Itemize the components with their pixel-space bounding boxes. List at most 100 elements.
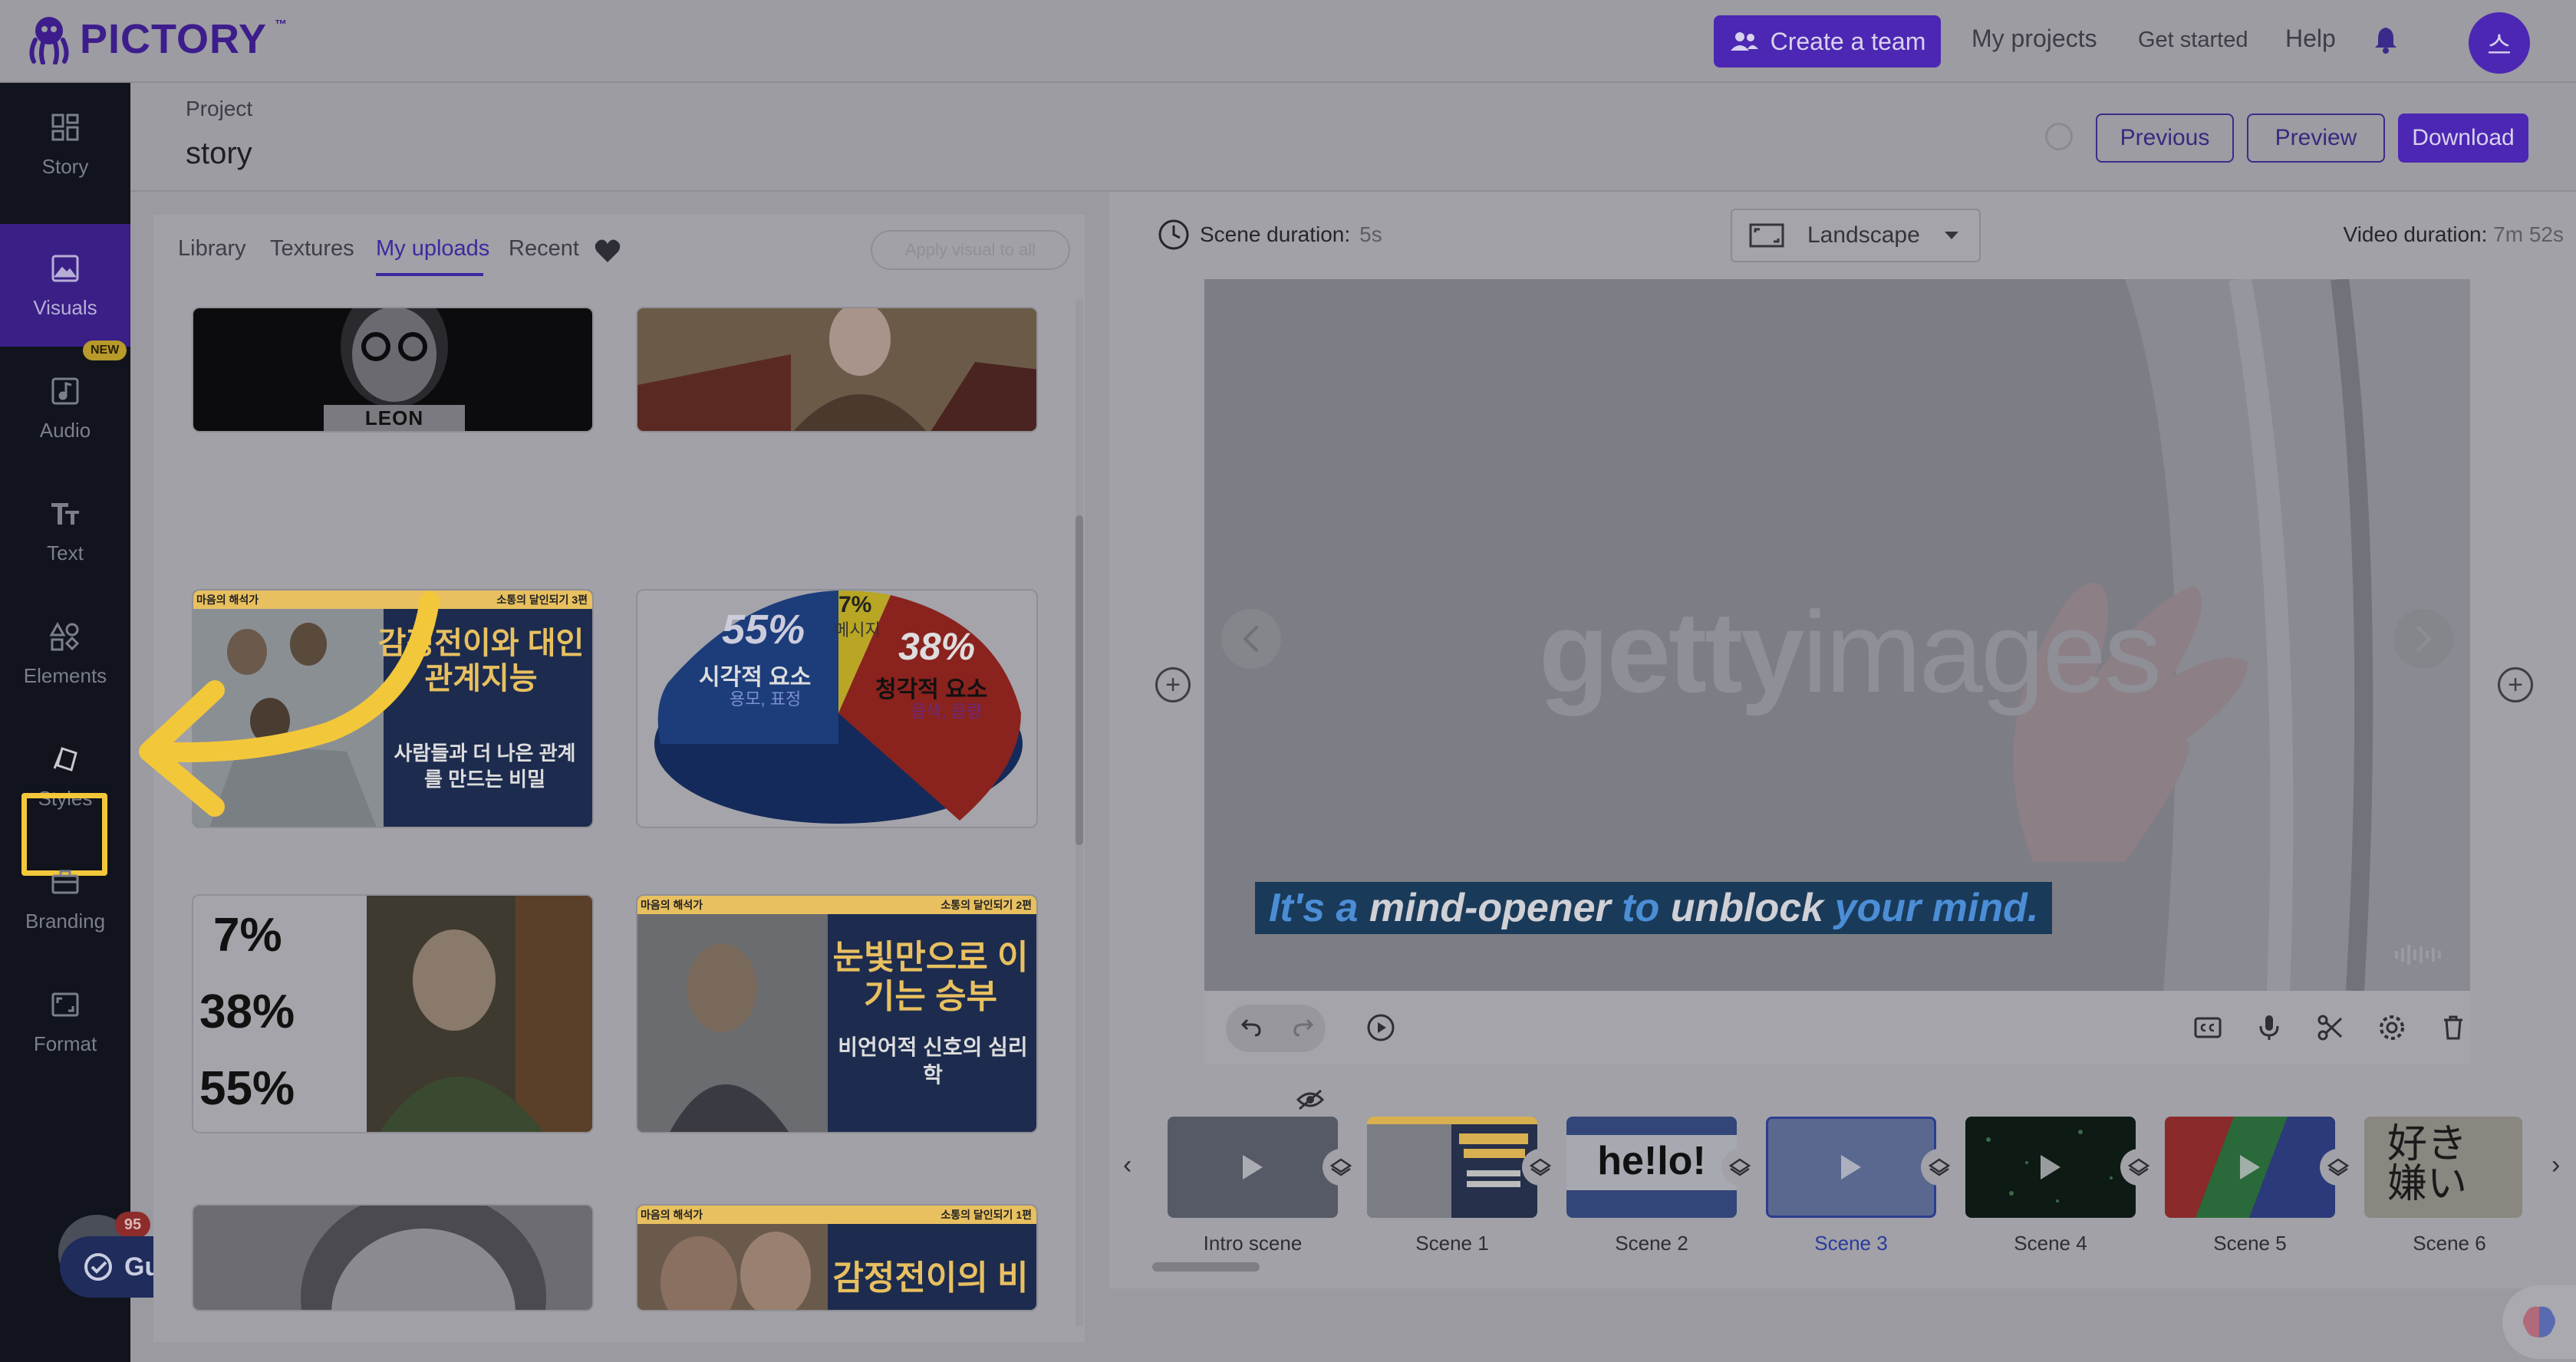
upload-thumb-korean-gaze[interactable]: 마음의 해석가 소통의 달인되기 2편 눈빛만으로 이기는 승부 비언어적 신호… (636, 894, 1038, 1133)
scene-timeline: ‹ › Intro scene Scene 1 he!lo! Scene 2 S… (1109, 1089, 2576, 1288)
styles-icon (53, 746, 77, 771)
microphone-icon[interactable] (2254, 1012, 2284, 1043)
image-icon (51, 255, 79, 281)
library-scrollbar-thumb[interactable] (1076, 515, 1083, 845)
tag-right: 소통의 달인되기 3편 (496, 594, 588, 606)
transition-layers-icon[interactable] (2120, 1149, 2157, 1186)
scene-thumb-intro[interactable] (1168, 1117, 1338, 1218)
korean2-title: 눈빛만으로 이기는 승부 (832, 939, 1029, 1015)
timeline-scrollbar[interactable] (1152, 1262, 1260, 1272)
scene-thumb-3[interactable] (1766, 1117, 1936, 1218)
project-header: Project story Previous Preview Download (130, 83, 2576, 192)
sidebar-item-format[interactable]: Format (0, 960, 130, 1083)
sidebar-item-elements[interactable]: Elements (0, 592, 130, 715)
sidebar-item-visuals[interactable]: Visuals (0, 224, 130, 347)
timeline-next-arrow[interactable]: › (2551, 1150, 2560, 1180)
team-icon (1730, 32, 1758, 51)
closed-captions-icon[interactable] (2192, 1012, 2223, 1043)
scene2-text: he!lo! (1597, 1139, 1706, 1183)
timeline-prev-arrow[interactable]: ‹ (1123, 1150, 1132, 1180)
undo-icon[interactable] (1237, 1012, 1267, 1043)
scene-caption[interactable]: It's a mind-opener to unblock your mind. (1255, 882, 2053, 934)
create-team-label: Create a team (1770, 27, 1926, 55)
transition-layers-icon[interactable] (1323, 1149, 1359, 1186)
transition-layers-icon[interactable] (1522, 1149, 1559, 1186)
scene-thumb-2[interactable]: he!lo! (1566, 1117, 1737, 1218)
scene-thumb-1[interactable] (1367, 1117, 1537, 1218)
scissors-icon[interactable] (2315, 1012, 2346, 1043)
octopus-logo-icon (29, 17, 69, 64)
tab-textures[interactable]: Textures (270, 236, 354, 262)
orientation-select[interactable]: Landscape (1731, 209, 1981, 262)
tag-right: 소통의 달인되기 1편 (940, 1209, 1032, 1221)
scene-label-intro[interactable]: Intro scene (1168, 1232, 1338, 1255)
brain-icon (2523, 1306, 2555, 1337)
tab-my-uploads[interactable]: My uploads (376, 236, 489, 262)
gear-icon[interactable] (2377, 1012, 2407, 1043)
download-button[interactable]: Download (2398, 114, 2528, 163)
layers-icon (1929, 1158, 1950, 1176)
scene-label-2[interactable]: Scene 2 (1566, 1232, 1737, 1255)
watermark-bold: getty (1539, 587, 1804, 716)
project-name[interactable]: story (186, 137, 252, 171)
tab-recent[interactable]: Recent (509, 236, 579, 262)
hidden-eye-icon[interactable] (1295, 1087, 1326, 1112)
my-projects-link[interactable]: My projects (1972, 25, 2097, 53)
project-label: Project (186, 97, 253, 120)
audio-wave-icon (2395, 945, 2441, 965)
chevron-right-icon (2416, 625, 2432, 653)
upload-thumb-festinger[interactable]: LEON FESTINGER (192, 307, 594, 433)
scene-label-1[interactable]: Scene 1 (1367, 1232, 1537, 1255)
transition-layers-icon[interactable] (1921, 1149, 1958, 1186)
sidebar-item-audio[interactable]: Audio (0, 347, 130, 469)
scene-label-3[interactable]: Scene 3 (1766, 1232, 1936, 1255)
canvas-prev-arrow[interactable] (1221, 609, 1281, 669)
scene-thumb-5[interactable] (2165, 1117, 2335, 1218)
tab-library[interactable]: Library (178, 236, 246, 262)
scene-label-4[interactable]: Scene 4 (1965, 1232, 2136, 1255)
redo-icon[interactable] (1287, 1012, 1318, 1043)
previous-button[interactable]: Previous (2096, 114, 2234, 163)
help-link[interactable]: Help (2285, 25, 2336, 53)
trash-icon[interactable] (2438, 1012, 2469, 1043)
user-avatar[interactable]: 스 (2469, 12, 2530, 74)
pictory-logo[interactable]: PICTORY ™ (26, 14, 287, 64)
sidebar-item-branding[interactable]: Branding (0, 837, 130, 960)
favorites-heart-icon[interactable] (594, 238, 621, 264)
apply-visual-to-all-button[interactable]: Apply visual to all (871, 230, 1070, 270)
clock-icon (1158, 219, 1189, 250)
upload-thumb-stats-portrait[interactable]: 7% 38% 55% (192, 894, 594, 1133)
scene-thumb-4[interactable] (1965, 1117, 2136, 1218)
scene-label-5[interactable]: Scene 5 (2165, 1232, 2335, 1255)
bell-icon[interactable] (2373, 26, 2398, 54)
create-team-button[interactable]: Create a team (1714, 15, 1941, 67)
photo-man-in-seats (637, 308, 1036, 431)
transition-layers-icon[interactable] (2320, 1149, 2357, 1186)
sidebar-item-story[interactable]: Story (0, 83, 130, 206)
add-scene-after-button[interactable]: + (2498, 667, 2533, 702)
upload-thumb-elderly-man[interactable] (192, 1204, 594, 1311)
annotation-arrow-icon (139, 591, 440, 817)
sidebar-item-text[interactable]: Text (0, 469, 130, 592)
pie-7-value: 7% (838, 592, 872, 617)
scene-thumb-6[interactable]: 好き嫌い (2364, 1117, 2522, 1218)
upload-thumb-pie-chart[interactable]: 55% 시각적 요소 용모, 표정 7% 메시지 38% 청각적 요소 음색, … (636, 589, 1038, 828)
ai-assistant-brain-icon[interactable] (2502, 1285, 2576, 1359)
get-started-link[interactable]: Get started (2138, 28, 2248, 53)
tag-left: 마음의 해석가 (641, 1209, 703, 1221)
sidebar-item-label: Format (33, 1031, 97, 1055)
add-scene-before-button[interactable]: + (1155, 667, 1191, 702)
transition-layers-icon[interactable] (1721, 1149, 1758, 1186)
play-icon[interactable] (1365, 1012, 1396, 1043)
korean3-title: 감정전이의 비밀 (832, 1259, 1029, 1310)
canvas-toolbar (1204, 991, 2470, 1064)
canvas-next-arrow[interactable] (2393, 609, 2453, 669)
preview-button[interactable]: Preview (2247, 114, 2385, 163)
scene-label-6[interactable]: Scene 6 (2364, 1232, 2535, 1255)
video-canvas[interactable]: gettyimages It's a mind-opener to unbloc… (1204, 279, 2470, 991)
scene-duration[interactable]: Scene duration: 5s (1157, 218, 1382, 252)
caption-part: mind-opener (1369, 886, 1622, 930)
upload-thumb-korean-secret[interactable]: 마음의 해석가 소통의 달인되기 1편 감정전이의 비밀 (636, 1204, 1038, 1311)
scene6-calligraphy: 好き嫌い (2387, 1122, 2468, 1206)
upload-thumb-man-auditorium[interactable] (636, 307, 1038, 433)
